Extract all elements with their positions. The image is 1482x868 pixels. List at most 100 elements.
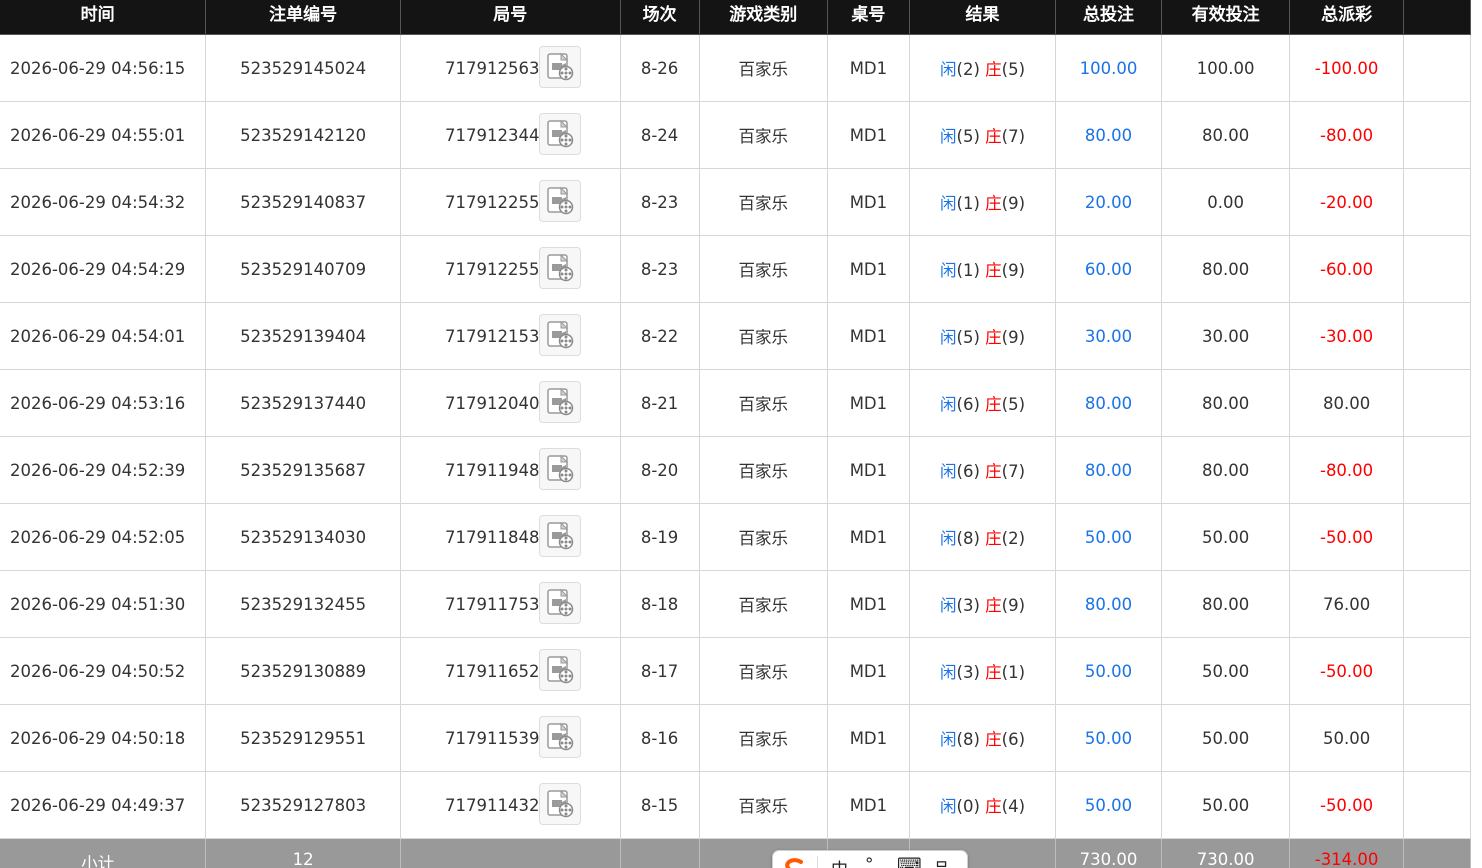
cell-result: 闲(8) 庄(2) [908,503,1057,571]
cell-bet-id: 523529140837 [205,168,402,236]
result-banker-score: (6) [1001,730,1026,749]
cell-time: 2026-06-29 04:52:05 [0,503,207,571]
cell-table: MD1 [826,302,910,370]
cell-total-bet: 20.00 [1055,168,1162,236]
result-banker-label: 庄 [985,730,1002,749]
table-body: 2026-06-29 04:56:15 523529145024 717912563… [0,34,1472,839]
video-replay-button[interactable] [539,716,582,758]
video-replay-button[interactable] [539,113,582,155]
video-replay-button[interactable] [539,448,582,490]
cell-valid-bet: 80.00 [1160,235,1291,303]
cell-round: 717911539 [400,704,621,772]
ime-toolbar[interactable]: 中 ° ⌨ 品 [772,850,968,868]
cell-valid-bet: 100.00 [1160,34,1291,102]
video-replay-button[interactable] [539,46,582,88]
result-player-score: (3) [956,663,980,682]
cell-game: 百家乐 [698,704,828,772]
cell-game: 百家乐 [698,436,828,504]
video-replay-button[interactable] [539,180,582,222]
cell-shoe: 8-19 [619,503,700,571]
table-row: 2026-06-29 04:52:05 523529134030 717911848… [0,503,1472,571]
ime-toolbox-button[interactable]: 品 [933,855,950,868]
cell-round: 717912344 [400,101,621,169]
subtotal-empty [1402,838,1472,868]
result-player-label: 闲 [940,797,957,816]
table-row: 2026-06-29 04:50:52 523529130889 717911652… [0,637,1472,705]
result-banker-label: 庄 [985,596,1002,615]
round-number: 717912040 [445,394,540,413]
ime-punctuation-button[interactable]: ° [865,855,874,868]
result-banker-score: (9) [1001,596,1026,615]
cell-total-bet: 80.00 [1055,436,1162,504]
cell-table: MD1 [826,369,910,437]
result-player-label: 闲 [940,395,957,414]
result-player-score: (6) [956,462,980,481]
cell-round: 717912563 [400,34,621,102]
video-replay-button[interactable] [539,515,582,557]
cell-payout: -100.00 [1289,34,1404,102]
col-header-table: 桌号 [826,0,910,35]
round-number: 717911848 [445,528,540,547]
result-banker-label: 庄 [985,194,1002,213]
cell-valid-bet: 50.00 [1160,771,1291,839]
cell-valid-bet: 80.00 [1160,369,1291,437]
cell-result: 闲(3) 庄(9) [908,570,1057,638]
cell-bet-id: 523529140709 [205,235,402,303]
subtotal-empty [619,838,700,868]
video-replay-button[interactable] [539,582,582,624]
result-banker-label: 庄 [985,60,1002,79]
result-player-label: 闲 [940,194,957,213]
cell-payout: 50.00 [1289,704,1404,772]
sogou-logo-icon[interactable] [781,857,805,868]
result-banker-score: (7) [1001,462,1026,481]
cell-bet-id: 523529145024 [205,34,402,102]
cell-bet-id: 523529130889 [205,637,402,705]
cell-round: 717912255 [400,235,621,303]
cell-round: 717911848 [400,503,621,571]
cell-payout: -50.00 [1289,503,1404,571]
cell-valid-bet: 80.00 [1160,570,1291,638]
ime-separator [817,856,818,868]
round-number: 717912153 [445,327,540,346]
cell-valid-bet: 80.00 [1160,101,1291,169]
cell-result: 闲(1) 庄(9) [908,168,1057,236]
subtotal-payout: -314.00 [1289,838,1404,868]
cell-result: 闲(5) 庄(7) [908,101,1057,169]
video-replay-button[interactable] [539,247,582,289]
video-replay-button[interactable] [539,314,582,356]
table-row: 2026-06-29 04:54:32 523529140837 717912255… [0,168,1472,236]
table-row: 2026-06-29 04:49:37 523529127803 717911432… [0,771,1472,839]
video-replay-button[interactable] [539,649,582,691]
cell-time: 2026-06-29 04:50:18 [0,704,207,772]
round-number: 717912344 [445,126,540,145]
cell-time: 2026-06-29 04:53:16 [0,369,207,437]
cell-total-bet: 80.00 [1055,570,1162,638]
cell-time: 2026-06-29 04:54:32 [0,168,207,236]
cell-bet-id: 523529127803 [205,771,402,839]
cell-extra [1402,503,1472,571]
ime-keyboard-button[interactable]: ⌨ [897,855,922,868]
result-player-score: (1) [956,261,980,280]
result-banker-score: (7) [1001,127,1026,146]
cell-result: 闲(0) 庄(4) [908,771,1057,839]
col-header-round: 局号 [400,0,621,35]
video-replay-button[interactable] [539,381,582,423]
cell-total-bet: 50.00 [1055,637,1162,705]
round-number: 717912255 [445,260,540,279]
cell-payout: -80.00 [1289,436,1404,504]
subtotal-label: 小计 [0,838,207,868]
table-row: 2026-06-29 04:54:01 523529139404 717912153… [0,302,1472,370]
ime-chinese-mode-button[interactable]: 中 [831,855,848,868]
cell-game: 百家乐 [698,503,828,571]
result-player-label: 闲 [940,462,957,481]
result-player-label: 闲 [940,596,957,615]
video-replay-button[interactable] [539,783,582,825]
cell-shoe: 8-22 [619,302,700,370]
cell-table: MD1 [826,704,910,772]
cell-extra [1402,704,1472,772]
result-player-label: 闲 [940,127,957,146]
cell-game: 百家乐 [698,101,828,169]
subtotal-empty [400,838,621,868]
cell-extra [1402,637,1472,705]
cell-valid-bet: 80.00 [1160,436,1291,504]
